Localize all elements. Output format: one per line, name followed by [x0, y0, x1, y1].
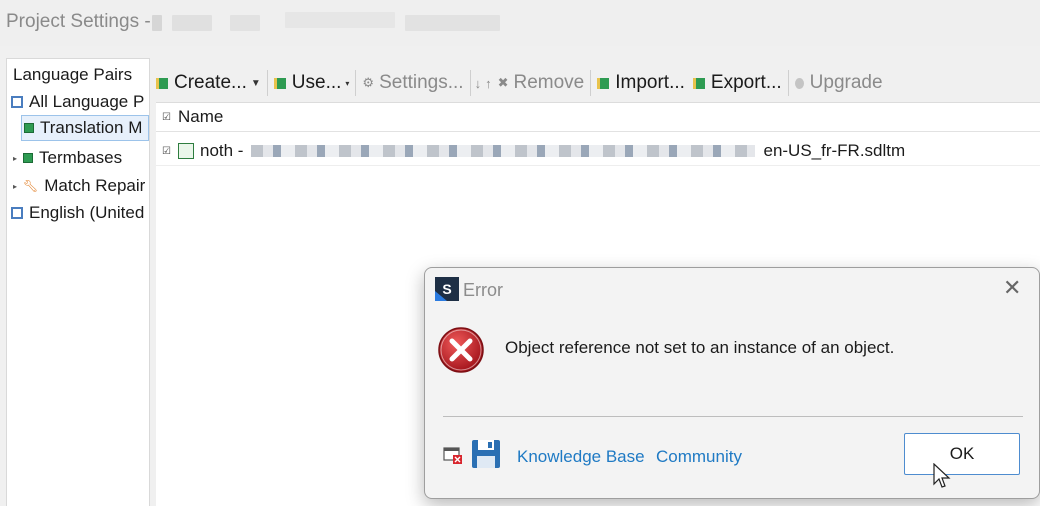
window-titlebar: Project Settings -	[0, 0, 1040, 46]
ok-button[interactable]: OK	[904, 433, 1020, 475]
tree-item-translation-memory[interactable]: Translation M	[21, 115, 149, 141]
tree-item-language-pairs[interactable]: Language Pairs	[13, 62, 132, 88]
settings-label: Settings...	[379, 72, 464, 93]
arrow-up-icon: ↑	[485, 75, 492, 91]
export-icon	[692, 77, 705, 89]
upgrade-icon	[794, 77, 804, 89]
redacted-title	[230, 15, 260, 31]
toolbar-separator	[469, 70, 471, 96]
tree-item-label: Match Repair	[44, 176, 146, 195]
language-pair-icon	[11, 96, 23, 108]
dropdown-arrow-icon[interactable]: ▼	[251, 78, 261, 89]
redacted-title	[285, 12, 395, 28]
settings-tree: Language Pairs All Language P Translatio…	[6, 58, 150, 506]
tree-item-english-united[interactable]: English (United	[11, 200, 144, 226]
use-button[interactable]: Use... ▾	[270, 72, 354, 94]
use-label: Use...	[291, 72, 342, 93]
tm-file-icon	[178, 143, 194, 159]
tree-item-label: Translation M	[40, 118, 143, 137]
community-link[interactable]: Community	[656, 447, 742, 467]
header-checkbox-icon[interactable]: ☑	[162, 112, 171, 123]
tree-item-label: All Language P	[29, 92, 145, 111]
expand-arrow-icon[interactable]: ▸	[13, 182, 19, 191]
knowledge-base-link[interactable]: Knowledge Base	[517, 447, 645, 467]
wrench-icon: 🔧︎	[23, 179, 39, 193]
app-logo-icon: S	[435, 277, 459, 301]
export-label: Export...	[710, 72, 782, 93]
tree-item-termbases[interactable]: ▸ Termbases	[13, 145, 122, 171]
use-icon	[273, 77, 286, 89]
move-down-button[interactable]: ↓	[473, 76, 484, 91]
save-icon[interactable]	[471, 439, 501, 469]
error-icon	[438, 327, 484, 373]
mouse-cursor-icon	[933, 463, 951, 488]
termbase-icon	[23, 153, 33, 163]
gear-icon: ⚙	[362, 75, 375, 90]
create-label: Create...	[174, 72, 247, 93]
row-checkbox[interactable]: ☑	[162, 146, 171, 157]
toolbar-separator	[355, 70, 357, 96]
tm-name-suffix: en-US_fr-FR.sdltm	[763, 141, 906, 160]
error-message: Object reference not set to an instance …	[505, 338, 895, 357]
table-row[interactable]: ☑ noth - en-US_fr-FR.sdltm	[156, 137, 1040, 166]
column-header-name[interactable]: Name	[178, 107, 223, 127]
tm-name-prefix: noth -	[200, 141, 244, 160]
tree-item-label: Language Pairs	[13, 65, 133, 84]
remove-label: Remove	[513, 72, 585, 93]
remove-button[interactable]: ✖ Remove	[494, 72, 589, 94]
toolbar-separator	[590, 70, 592, 96]
arrow-down-icon: ↓	[474, 75, 482, 91]
close-icon[interactable]: ✕	[1003, 277, 1021, 299]
window-title: Project Settings -	[6, 11, 151, 32]
move-up-button[interactable]: ↑	[483, 76, 494, 91]
remove-x-icon: ✖	[497, 75, 509, 90]
upgrade-label: Upgrade	[809, 72, 883, 93]
redacted-title	[405, 15, 500, 31]
tree-item-match-repair[interactable]: ▸ 🔧︎ Match Repair	[13, 173, 145, 199]
error-dialog: S Error ✕ Object reference not set to an…	[424, 267, 1040, 499]
dropdown-arrow-icon[interactable]: ▾	[345, 79, 349, 88]
grid-header: ☑ Name	[156, 103, 1040, 132]
expand-arrow-icon[interactable]: ▸	[13, 154, 19, 163]
redacted-path	[251, 145, 756, 157]
import-button[interactable]: Import...	[593, 72, 689, 94]
language-pair-icon	[11, 207, 23, 219]
create-icon	[156, 77, 168, 89]
app-logo-letter: S	[442, 281, 452, 297]
toolbar-separator	[787, 70, 789, 96]
settings-button[interactable]: ⚙ Settings...	[358, 72, 467, 94]
create-button[interactable]: Create... ▼	[152, 72, 265, 94]
upgrade-button[interactable]: Upgrade	[791, 72, 887, 94]
toolbar: Create... ▼ Use... ▾ ⚙ Settings... ↓ ↑ ✖…	[152, 66, 1040, 100]
tree-item-label: Termbases	[39, 148, 123, 167]
window-error-icon[interactable]	[443, 445, 463, 465]
export-button[interactable]: Export...	[689, 72, 786, 94]
import-label: Import...	[615, 72, 685, 93]
dialog-divider	[443, 416, 1023, 417]
redacted-title	[172, 15, 212, 31]
import-icon	[597, 77, 610, 89]
translation-memory-icon	[24, 123, 34, 133]
tree-item-label: English (United	[29, 203, 145, 222]
dialog-title: Error	[463, 280, 503, 300]
redacted-title	[152, 15, 162, 31]
toolbar-separator	[266, 70, 268, 96]
tree-item-all-language-pairs[interactable]: All Language P	[11, 89, 144, 115]
